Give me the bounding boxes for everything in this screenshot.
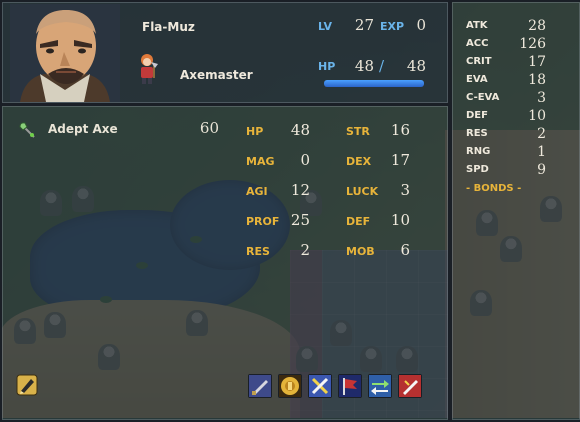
combat-value: 2 [537, 126, 546, 142]
stat-value-str: 16 [390, 121, 410, 139]
combat-value: 28 [528, 18, 546, 34]
stat-value-agi: 12 [290, 181, 310, 199]
combat-value: 1 [537, 144, 546, 160]
stat-label-mob: MOB [346, 245, 375, 258]
exp-value: 0 [416, 16, 426, 34]
hp-label: HP [318, 60, 336, 73]
combat-label: C-EVA [466, 92, 500, 103]
sword-skill-icon[interactable] [248, 374, 272, 398]
stat-label-def: DEF [346, 215, 371, 228]
equipped-weapon[interactable]: Adept Axe 60 [14, 118, 224, 142]
stat-value-res: 2 [300, 241, 310, 259]
axe-icon [18, 121, 36, 139]
hp-current: 48 [354, 57, 374, 75]
class-sprite-icon [135, 52, 159, 84]
combat-row-def: DEF 10 [466, 108, 546, 126]
combat-label: RNG [466, 146, 491, 157]
unit-portrait [10, 4, 120, 102]
combat-label: ATK [466, 20, 488, 31]
combat-label: CRIT [466, 56, 492, 67]
unit-name: Fla-Muz [142, 20, 195, 34]
combat-value: 126 [519, 36, 546, 52]
combat-label: ACC [466, 38, 489, 49]
stat-label-mag: MAG [246, 155, 275, 168]
exp-label: EXP [380, 20, 405, 33]
stat-value-prof: 25 [290, 211, 310, 229]
combat-value: 3 [537, 90, 546, 106]
stat-value-mag: 0 [300, 151, 310, 169]
level-label: LV [318, 20, 333, 33]
combat-value: 9 [537, 162, 546, 178]
crossed-swords-skill-icon[interactable] [308, 374, 332, 398]
stat-label-str: STR [346, 125, 370, 138]
combat-row-spd: SPD 9 [466, 162, 546, 180]
stat-label-dex: DEX [346, 155, 372, 168]
combat-row-res: RES 2 [466, 126, 546, 144]
hp-bar-fill [324, 80, 424, 87]
combat-row-c-eva: C-EVA 3 [466, 90, 546, 108]
sword-slash-skill-icon[interactable] [398, 374, 422, 398]
combat-value: 10 [528, 108, 546, 124]
weapon-uses: 60 [199, 119, 219, 137]
combat-row-crit: CRIT 17 [466, 54, 546, 72]
stat-value-mob: 6 [400, 241, 410, 259]
stat-label-agi: AGI [246, 185, 268, 198]
bonds-header: - BONDS - [466, 183, 522, 194]
crest-skill-icon[interactable] [278, 374, 302, 398]
stat-label-res: RES [246, 245, 270, 258]
combat-row-atk: ATK 28 [466, 18, 546, 36]
weapon-name: Adept Axe [48, 122, 118, 136]
combat-label: RES [466, 128, 488, 139]
combat-row-eva: EVA 18 [466, 72, 546, 90]
hp-max: 48 [406, 57, 426, 75]
unit-class: Axemaster [180, 68, 253, 82]
combat-label: DEF [466, 110, 488, 121]
banner-skill-icon[interactable] [338, 374, 362, 398]
combat-value: 17 [528, 54, 546, 70]
stat-value-luck: 3 [400, 181, 410, 199]
swap-arrows-skill-icon[interactable] [368, 374, 392, 398]
stat-label-hp: HP [246, 125, 264, 138]
pen-skill-icon[interactable] [16, 374, 38, 396]
level-value: 27 [354, 16, 374, 34]
combat-label: SPD [466, 164, 489, 175]
stat-value-dex: 17 [390, 151, 410, 169]
combat-row-rng: RNG 1 [466, 144, 546, 162]
combat-value: 18 [528, 72, 546, 88]
hp-bar [324, 80, 424, 87]
hp-separator: / [379, 57, 385, 75]
unit-header-panel: Fla-Muz Axemaster LV 27 EXP 0 HP 48 / 48 [0, 0, 450, 105]
combat-row-acc: ACC 126 [466, 36, 546, 54]
combat-label: EVA [466, 74, 488, 85]
stat-value-hp: 48 [290, 121, 310, 139]
stat-value-def: 10 [390, 211, 410, 229]
